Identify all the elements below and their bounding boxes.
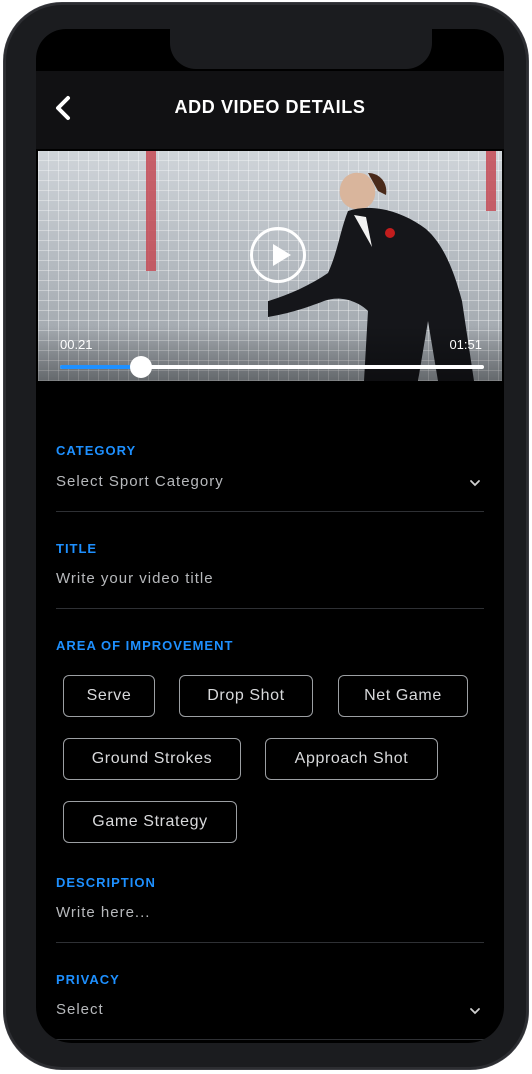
video-player[interactable]: 00.21 01:51 [38,151,502,381]
current-time: 00.21 [60,337,93,352]
app-bar: ADD VIDEO DETAILS [36,71,504,149]
chevron-down-icon [470,1008,480,1015]
divider [56,511,484,512]
chip-net-game[interactable]: Net Game [338,675,468,717]
category-placeholder: Select Sport Category [56,473,224,490]
improvement-label: AREA OF IMPROVEMENT [56,638,234,653]
chip-drop-shot[interactable]: Drop Shot [179,675,313,717]
seek-bar[interactable] [60,356,484,378]
play-button[interactable] [250,227,306,283]
app-screen: ADD VIDEO DETAILS 00.21 01:51 CATEGORY S… [36,29,504,1043]
privacy-select[interactable]: Select [56,1001,484,1025]
phone-notch [170,29,432,69]
duration-time: 01:51 [449,337,482,352]
divider [56,1039,484,1040]
chip-ground-strokes[interactable]: Ground Strokes [63,738,241,780]
privacy-placeholder: Select [56,1001,104,1018]
seek-bar-thumb[interactable] [129,356,152,378]
divider [56,608,484,609]
divider [56,942,484,943]
title-input[interactable]: Write your video title [56,570,484,587]
description-label: DESCRIPTION [56,875,156,890]
category-select[interactable]: Select Sport Category [56,473,484,497]
title-label: TITLE [56,541,98,556]
privacy-label: PRIVACY [56,972,120,987]
chip-approach-shot[interactable]: Approach Shot [265,738,438,780]
category-label: CATEGORY [56,443,137,458]
seek-bar-progress [60,365,141,369]
chip-serve[interactable]: Serve [63,675,155,717]
page-title: ADD VIDEO DETAILS [174,97,366,117]
video-controls: 00.21 01:51 [38,325,502,381]
chevron-down-icon [470,480,480,487]
chip-game-strategy[interactable]: Game Strategy [63,801,237,843]
court-post [146,151,156,271]
description-input[interactable]: Write here... [56,904,484,921]
phone-frame: ADD VIDEO DETAILS 00.21 01:51 CATEGORY S… [4,3,528,1069]
